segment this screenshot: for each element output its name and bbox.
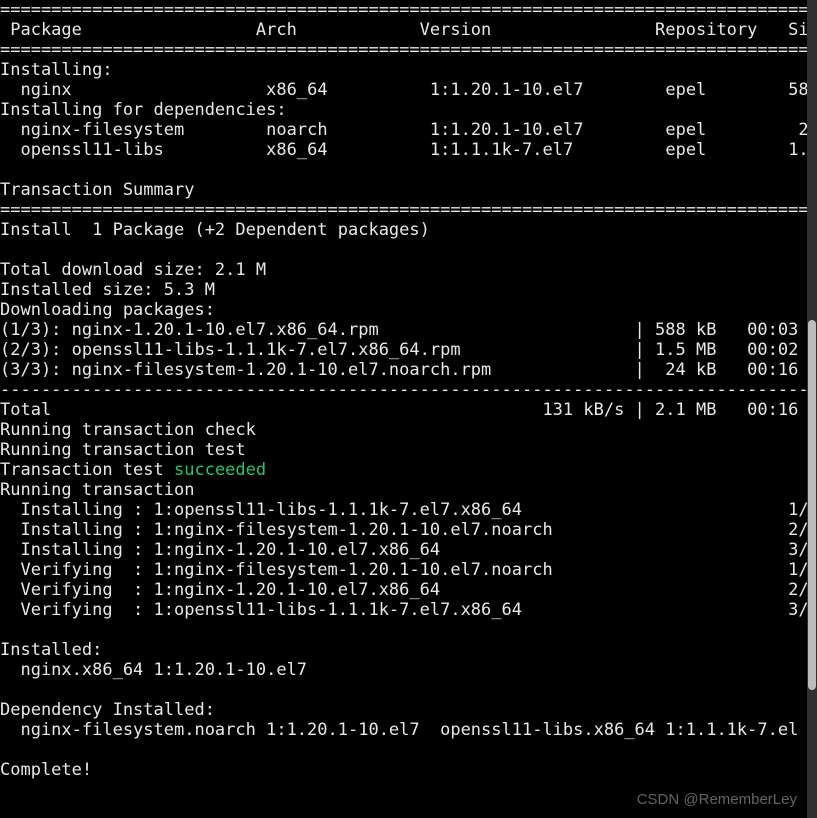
dep-installed-line: nginx-filesystem.noarch 1:1.20.1-10.el7 … [0, 720, 798, 740]
status-succeeded: succeeded [174, 460, 266, 480]
running-check: Running transaction check [0, 420, 256, 440]
downloading-label: Downloading packages: [0, 300, 215, 320]
installing-label: Installing: [0, 60, 113, 80]
download-row: (3/3): nginx-filesystem-1.20.1-10.el7.no… [0, 360, 798, 380]
installed-size: Installed size: 5.3 M [0, 280, 215, 300]
pkg-row: nginx x86_64 1:1.20.1-10.el7 epel 588 [0, 80, 817, 100]
txn-step: Installing : 1:openssl11-libs-1.1.1k-7.e… [0, 500, 809, 520]
separator-header: ========================================… [0, 40, 817, 60]
watermark: CSDN @RememberLey [637, 791, 797, 808]
installed-line: nginx.x86_64 1:1.20.1-10.el7 [0, 660, 307, 680]
txn-test-line: Transaction test succeeded [0, 460, 266, 480]
running-test: Running transaction test [0, 440, 246, 460]
pkg-row: nginx-filesystem noarch 1:1.20.1-10.el7 … [0, 120, 817, 140]
dash-separator: ----------------------------------------… [0, 380, 817, 400]
terminal-output: ========================================… [0, 0, 817, 780]
txn-step: Installing : 1:nginx-filesystem-1.20.1-1… [0, 520, 809, 540]
install-summary: Install 1 Package (+2 Dependent packages… [0, 220, 430, 240]
txn-step: Verifying : 1:nginx-filesystem-1.20.1-10… [0, 560, 809, 580]
column-headers: Package Arch Version Repository Siz [0, 20, 817, 40]
separator-top: ========================================… [0, 0, 817, 20]
download-row: (2/3): openssl11-libs-1.1.1k-7.el7.x86_6… [0, 340, 798, 360]
dep-installed-label: Dependency Installed: [0, 700, 215, 720]
pkg-row: openssl11-libs x86_64 1:1.1.1k-7.el7 epe… [0, 140, 817, 160]
installed-label: Installed: [0, 640, 102, 660]
complete: Complete! [0, 760, 92, 780]
total-line: Total 131 kB/s | 2.1 MB 00:16 [0, 400, 798, 420]
separator: ========================================… [0, 200, 817, 220]
installing-deps-label: Installing for dependencies: [0, 100, 287, 120]
total-download: Total download size: 2.1 M [0, 260, 266, 280]
txn-step: Verifying : 1:openssl11-libs-1.1.1k-7.el… [0, 600, 809, 620]
running-txn: Running transaction [0, 480, 194, 500]
download-row: (1/3): nginx-1.20.1-10.el7.x86_64.rpm | … [0, 320, 798, 340]
txn-step: Verifying : 1:nginx-1.20.1-10.el7.x86_64… [0, 580, 809, 600]
txn-step: Installing : 1:nginx-1.20.1-10.el7.x86_6… [0, 540, 809, 560]
scrollbar-thumb[interactable] [808, 320, 816, 690]
txn-summary-label: Transaction Summary [0, 180, 194, 200]
scrollbar[interactable] [807, 0, 817, 818]
